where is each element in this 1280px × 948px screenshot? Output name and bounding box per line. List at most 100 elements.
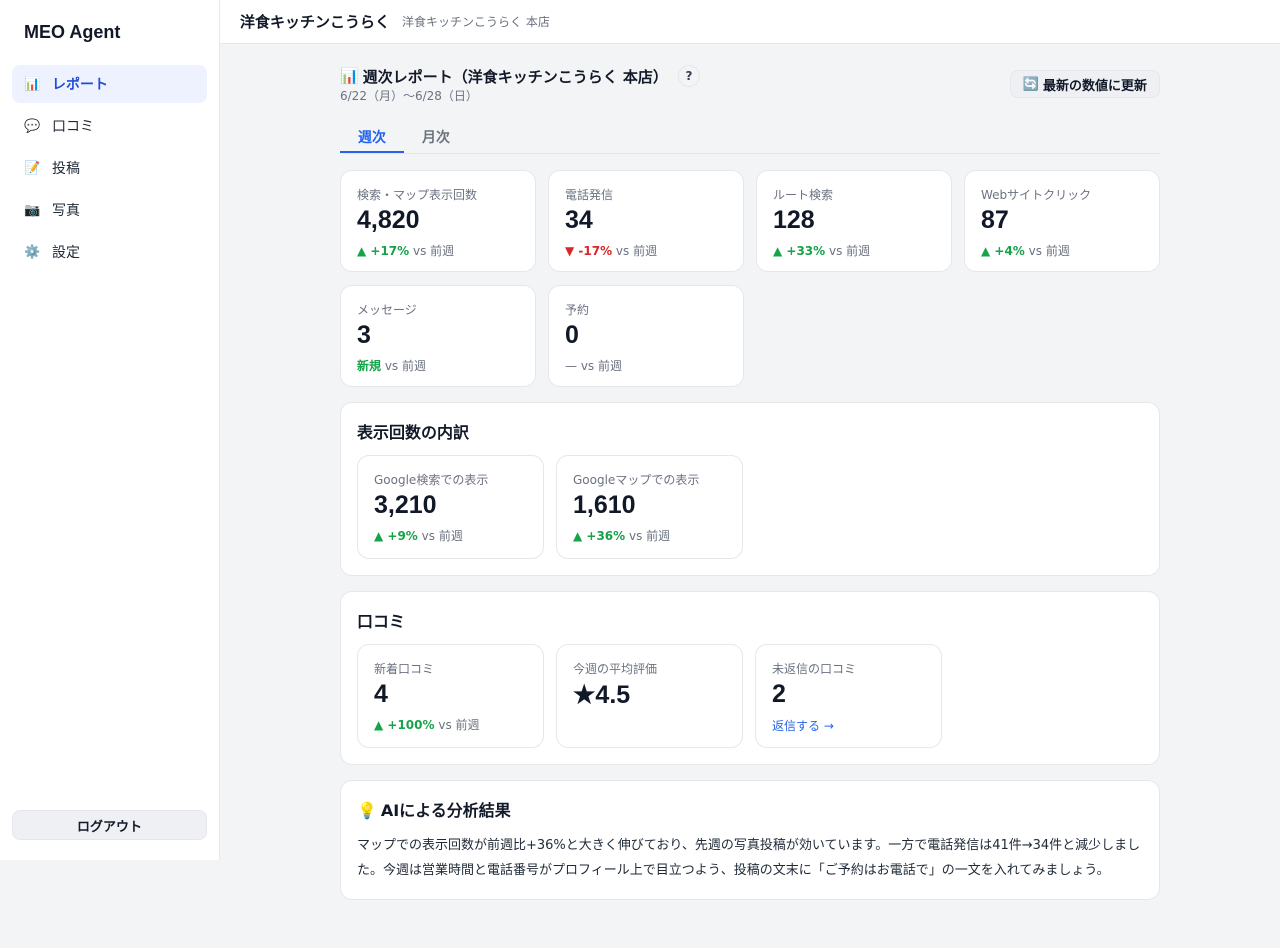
- sidebar-nav: 📊 レポート 💬 口コミ 📝 投稿 📷 写真 ⚙️ 設定: [12, 65, 207, 275]
- delta-value: ▼ -17%: [565, 244, 613, 258]
- metric-value: 3,210: [374, 491, 437, 519]
- sidebar: MEO Agent 📊 レポート 💬 口コミ 📝 投稿 📷 写真 ⚙️ 設定 ロ…: [0, 0, 220, 860]
- delta-comparison: vs 前週: [825, 244, 871, 258]
- metric-card-views: 検索・マップ表示回数 4,820 ▲ +17% vs 前週: [340, 170, 536, 272]
- sidebar-item-label: 投稿: [52, 161, 80, 177]
- metric-label: Googleマップでの表示: [573, 473, 700, 487]
- delta-comparison: vs 前週: [434, 718, 480, 732]
- camera-icon: 📷: [24, 202, 41, 218]
- metric-delta: ▲ +4% vs 前週: [981, 242, 1143, 259]
- metric-value: 87: [981, 206, 1009, 234]
- metric-value: 1,610: [573, 491, 636, 519]
- metric-delta: ▲ +33% vs 前週: [773, 242, 935, 259]
- help-button[interactable]: ?: [677, 65, 700, 87]
- report-title-text: 週次レポート（洋食キッチンこうらく 本店）: [362, 67, 668, 86]
- main-content: 📊 週次レポート（洋食キッチンこうらく 本店） ? 6/22（月）〜6/28（日…: [340, 60, 1160, 900]
- delta-comparison: vs 前週: [1024, 244, 1070, 258]
- breakdown-grid: Google検索での表示 3,210 ▲ +9% vs 前週 Googleマップ…: [357, 455, 1143, 575]
- lightbulb-icon: 💡: [357, 801, 377, 820]
- delta-comparison: vs 前週: [612, 244, 658, 258]
- sidebar-item-photos[interactable]: 📷 写真: [12, 191, 207, 229]
- metric-value: 4,820: [357, 206, 420, 234]
- metrics-grid: 検索・マップ表示回数 4,820 ▲ +17% vs 前週 電話発信 34 ▼ …: [340, 170, 1160, 387]
- metric-label: 未返信の口コミ: [772, 662, 857, 676]
- sidebar-item-report[interactable]: 📊 レポート: [12, 65, 207, 103]
- metric-label: メッセージ: [357, 303, 417, 317]
- metric-label: 検索・マップ表示回数: [357, 188, 478, 202]
- logout-button[interactable]: ログアウト: [12, 810, 207, 840]
- sidebar-item-posts[interactable]: 📝 投稿: [12, 149, 207, 187]
- metric-delta: ▼ -17% vs 前週: [565, 242, 727, 259]
- delta-value: ▲ +36%: [573, 529, 626, 543]
- metric-card-reservations: 予約 0 — vs 前週: [548, 285, 744, 387]
- metric-card-avg-rating: 今週の平均評価 ★4.5: [556, 644, 743, 748]
- delta-comparison: vs 前週: [417, 529, 463, 543]
- sidebar-item-label: 写真: [52, 203, 80, 219]
- metric-card-new-reviews: 新着口コミ 4 ▲ +100% vs 前週: [357, 644, 544, 748]
- metric-value: 4: [374, 680, 388, 708]
- delta-comparison: vs 前週: [409, 244, 455, 258]
- delta-value: ▲ +17%: [357, 244, 410, 258]
- metric-delta: ▲ +17% vs 前週: [357, 242, 519, 259]
- period-tabs: 週次 月次: [340, 120, 1160, 154]
- delta-value: —: [565, 359, 577, 373]
- sidebar-item-settings[interactable]: ⚙️ 設定: [12, 233, 207, 271]
- ai-analysis-text: マップでの表示回数が前週比+36%と大きく伸びており、先週の写真投稿が効いていま…: [357, 838, 1141, 878]
- ai-title-text: AIによる分析結果: [380, 801, 511, 820]
- metric-value: 2: [772, 680, 786, 708]
- refresh-button[interactable]: 🔄 最新の数値に更新: [1009, 70, 1160, 98]
- report-title: 📊 週次レポート（洋食キッチンこうらく 本店） ?: [340, 65, 700, 87]
- metric-delta: — vs 前週: [565, 357, 727, 374]
- sidebar-item-label: 設定: [52, 245, 80, 261]
- delta-value: ▲ +4%: [981, 244, 1025, 258]
- tab-monthly[interactable]: 月次: [404, 120, 468, 153]
- refresh-icon: 🔄: [1022, 76, 1039, 91]
- gear-icon: ⚙️: [24, 244, 41, 260]
- metric-label: 新着口コミ: [374, 662, 435, 676]
- metric-label: 電話発信: [565, 188, 614, 202]
- metric-value: 128: [773, 206, 815, 234]
- delta-comparison: vs 前週: [625, 529, 671, 543]
- delta-value: ▲ +100%: [374, 718, 435, 732]
- metric-label: ルート検索: [773, 188, 834, 202]
- store-location: 洋食キッチンこうらく 本店: [402, 15, 550, 29]
- panel-title: 💡 AIによる分析結果: [357, 797, 1143, 820]
- metric-card-messages: メッセージ 3 新規 vs 前週: [340, 285, 536, 387]
- metric-card-website: Webサイトクリック 87 ▲ +4% vs 前週: [964, 170, 1160, 272]
- top-bar: 洋食キッチンこうらく 洋食キッチンこうらく 本店: [220, 0, 1280, 44]
- metric-card-directions: ルート検索 128 ▲ +33% vs 前週: [756, 170, 952, 272]
- metric-delta: 新規 vs 前週: [357, 357, 519, 374]
- bar-chart-icon: 📊: [24, 76, 41, 92]
- metric-card-search-views: Google検索での表示 3,210 ▲ +9% vs 前週: [357, 455, 544, 559]
- metric-card-map-views: Googleマップでの表示 1,610 ▲ +36% vs 前週: [556, 455, 743, 559]
- reply-link[interactable]: 返信する →: [772, 717, 834, 734]
- metric-label: 予約: [565, 303, 590, 317]
- delta-value: ▲ +9%: [374, 529, 418, 543]
- sidebar-item-reviews[interactable]: 💬 口コミ: [12, 107, 207, 145]
- speech-bubble-icon: 💬: [24, 118, 41, 134]
- store-name: 洋食キッチンこうらく: [240, 13, 391, 31]
- delta-value: ▲ +33%: [773, 244, 826, 258]
- delta-comparison: vs 前週: [381, 359, 426, 373]
- reviews-grid: 新着口コミ 4 ▲ +100% vs 前週 今週の平均評価 ★4.5 未返信の口…: [357, 644, 1143, 764]
- delta-value: 新規: [357, 359, 382, 373]
- metric-value: 34: [565, 206, 593, 234]
- metric-label: Google検索での表示: [374, 473, 489, 487]
- metric-value: ★4.5: [573, 681, 631, 709]
- metric-card-unreplied: 未返信の口コミ 2 返信する →: [755, 644, 942, 748]
- bar-chart-icon: 📊: [340, 67, 359, 85]
- sidebar-item-label: 口コミ: [52, 119, 94, 135]
- report-header: 📊 週次レポート（洋食キッチンこうらく 本店） ? 6/22（月）〜6/28（日…: [340, 60, 1160, 104]
- breakdown-panel: 表示回数の内訳 Google検索での表示 3,210 ▲ +9% vs 前週 G…: [340, 402, 1160, 576]
- report-date-range: 6/22（月）〜6/28（日）: [340, 89, 478, 103]
- tab-weekly[interactable]: 週次: [340, 120, 404, 153]
- delta-comparison: vs 前週: [577, 359, 622, 373]
- metric-delta: ▲ +36% vs 前週: [573, 527, 726, 544]
- ai-analysis-panel: 💡 AIによる分析結果 マップでの表示回数が前週比+36%と大きく伸びており、先週…: [340, 780, 1160, 900]
- metric-delta: ▲ +100% vs 前週: [374, 716, 527, 733]
- metric-delta: ▲ +9% vs 前週: [374, 527, 527, 544]
- memo-icon: 📝: [24, 160, 41, 176]
- reviews-panel: 口コミ 新着口コミ 4 ▲ +100% vs 前週 今週の平均評価 ★4.5 未…: [340, 591, 1160, 765]
- metric-card-calls: 電話発信 34 ▼ -17% vs 前週: [548, 170, 744, 272]
- metric-label: Webサイトクリック: [981, 188, 1092, 202]
